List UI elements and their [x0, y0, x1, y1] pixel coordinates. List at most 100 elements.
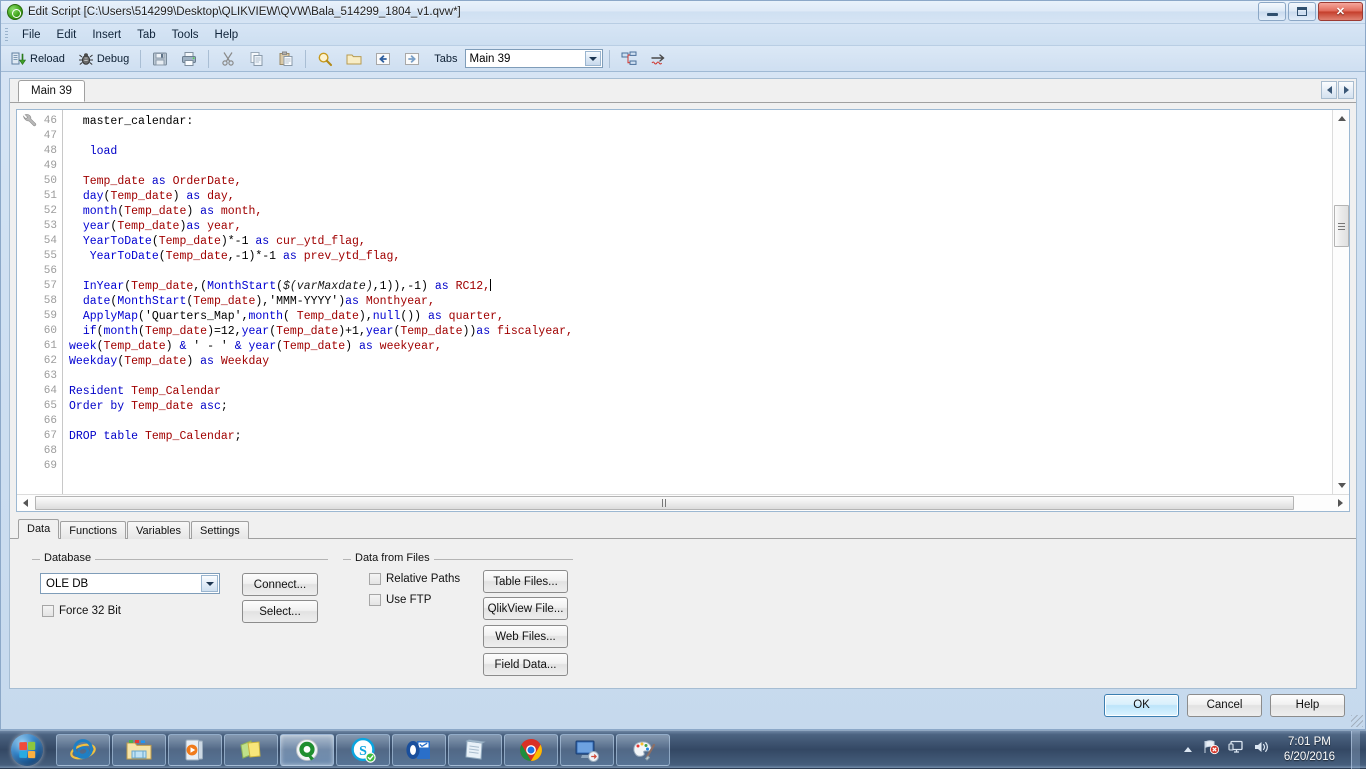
taskbar-notepad[interactable] [448, 734, 502, 766]
menu-item-edit[interactable]: Edit [49, 27, 85, 43]
scroll-up-button[interactable] [1333, 110, 1349, 127]
taskbar-remote-desktop[interactable] [560, 734, 614, 766]
checkbox-box [369, 573, 381, 585]
skype-icon: S [350, 737, 376, 763]
taskbar-skype[interactable]: S [336, 734, 390, 766]
line-number: 55 [17, 249, 62, 264]
save-button[interactable] [147, 48, 173, 70]
code-token: table [104, 430, 139, 443]
scroll-down-button[interactable] [1333, 477, 1349, 494]
code-token: ( [97, 340, 104, 353]
code-token: ) [345, 340, 359, 353]
line-number: 69 [17, 459, 62, 474]
taskbar-windows-media-player[interactable] [168, 734, 222, 766]
find-button[interactable] [312, 48, 338, 70]
edit-script-window: Edit Script [C:\Users\514299\Desktop\QLI… [0, 0, 1366, 730]
code-token: as [186, 220, 200, 233]
horizontal-scroll-track[interactable] [34, 495, 1332, 511]
minimize-button[interactable] [1258, 2, 1286, 21]
qlikview-file-button[interactable]: QlikView File... [483, 597, 568, 620]
tab-settings[interactable]: Settings [191, 521, 249, 539]
database-provider-value: OLE DB [46, 578, 88, 590]
debug-button[interactable]: Debug [73, 48, 134, 70]
code-text-area[interactable]: master_calendar: load Temp_date as Order… [63, 110, 1349, 494]
menu-item-insert[interactable]: Insert [84, 27, 129, 43]
script-tab-main39[interactable]: Main 39 [18, 80, 85, 102]
code-token: Temp_date [400, 325, 462, 338]
code-line: load [63, 144, 1349, 159]
chevron-down-icon[interactable] [585, 51, 601, 66]
field-data-button[interactable]: Field Data... [483, 653, 568, 676]
network-error-icon[interactable] [1203, 739, 1220, 760]
code-token: Temp_date [104, 340, 166, 353]
spellcheck-button[interactable] [645, 48, 671, 70]
reload-button[interactable]: Reload [6, 48, 70, 70]
vertical-scroll-thumb[interactable] [1334, 205, 1349, 247]
ok-button[interactable]: OK [1104, 694, 1179, 717]
use-ftp-checkbox[interactable]: Use FTP [369, 594, 431, 606]
connect-button[interactable]: Connect... [242, 573, 318, 596]
start-button[interactable] [2, 732, 52, 768]
media-player-icon [184, 738, 206, 762]
show-desktop-button[interactable] [1351, 731, 1360, 769]
close-button[interactable]: ✕ [1318, 2, 1363, 21]
taskbar-sticky-notes[interactable] [224, 734, 278, 766]
taskbar-outlook[interactable] [392, 734, 446, 766]
scroll-left-button[interactable] [17, 495, 34, 511]
line-number: 47 [17, 129, 62, 144]
force-32-bit-checkbox[interactable]: Force 32 Bit [42, 605, 121, 617]
horizontal-scroll-thumb[interactable] [35, 496, 1294, 510]
tab-scroll-left-button[interactable] [1321, 81, 1337, 99]
cancel-button[interactable]: Cancel [1187, 694, 1262, 717]
chevron-down-icon[interactable] [201, 575, 218, 592]
table-files-button[interactable]: Table Files... [483, 570, 568, 593]
taskbar-windows-explorer[interactable] [112, 734, 166, 766]
tab-scroll-right-button[interactable] [1338, 81, 1354, 99]
code-token: as [200, 355, 214, 368]
menu-item-help[interactable]: Help [207, 27, 247, 43]
help-button[interactable]: Help [1270, 694, 1345, 717]
forward-button[interactable] [399, 48, 425, 70]
relative-paths-checkbox[interactable]: Relative Paths [369, 573, 460, 585]
show-hidden-icons-button[interactable] [1181, 747, 1195, 752]
tab-variables[interactable]: Variables [127, 521, 190, 539]
line-numbers: 4647484950515253545556575859606162636465… [17, 114, 62, 474]
volume-icon[interactable] [1253, 739, 1270, 760]
print-button[interactable] [176, 48, 202, 70]
taskbar-paint[interactable] [616, 734, 670, 766]
scroll-right-button[interactable] [1332, 495, 1349, 511]
taskbar-qlikview[interactable] [280, 734, 334, 766]
paste-button[interactable] [273, 48, 299, 70]
force-32-bit-label: Force 32 Bit [59, 605, 121, 617]
back-button[interactable] [370, 48, 396, 70]
code-token: Temp_date [124, 355, 186, 368]
line-number-gutter: 4647484950515253545556575859606162636465… [17, 110, 63, 494]
menu-item-tools[interactable]: Tools [164, 27, 207, 43]
menu-item-file[interactable]: File [14, 27, 49, 43]
search-icon [317, 51, 333, 67]
code-token: as [255, 235, 269, 248]
open-folder-button[interactable] [341, 48, 367, 70]
tab-functions[interactable]: Functions [60, 521, 126, 539]
resize-grip[interactable] [1351, 715, 1363, 727]
table-viewer-button[interactable] [616, 48, 642, 70]
taskbar-internet-explorer[interactable] [56, 734, 110, 766]
tabs-combobox[interactable]: Main 39 [465, 49, 603, 68]
display-icon[interactable] [1228, 739, 1245, 760]
tab-data[interactable]: Data [18, 519, 59, 539]
copy-button[interactable] [244, 48, 270, 70]
system-tray: 7:01 PM 6/20/2016 [1181, 731, 1366, 768]
cut-button[interactable] [215, 48, 241, 70]
tabs-combobox-value: Main 39 [470, 53, 511, 65]
editor-horizontal-scrollbar[interactable] [17, 494, 1349, 511]
code-line: week(Temp_date) & ' - ' & year(Temp_date… [63, 339, 1349, 354]
web-files-button[interactable]: Web Files... [483, 625, 568, 648]
select-button[interactable]: Select... [242, 600, 318, 623]
taskbar-clock[interactable]: 7:01 PM 6/20/2016 [1278, 735, 1341, 765]
code-token [359, 295, 366, 308]
menu-item-tab[interactable]: Tab [129, 27, 164, 43]
editor-vertical-scrollbar[interactable] [1332, 110, 1349, 494]
maximize-button[interactable] [1288, 2, 1316, 21]
taskbar-google-chrome[interactable] [504, 734, 558, 766]
database-provider-combobox[interactable]: OLE DB [40, 573, 220, 594]
